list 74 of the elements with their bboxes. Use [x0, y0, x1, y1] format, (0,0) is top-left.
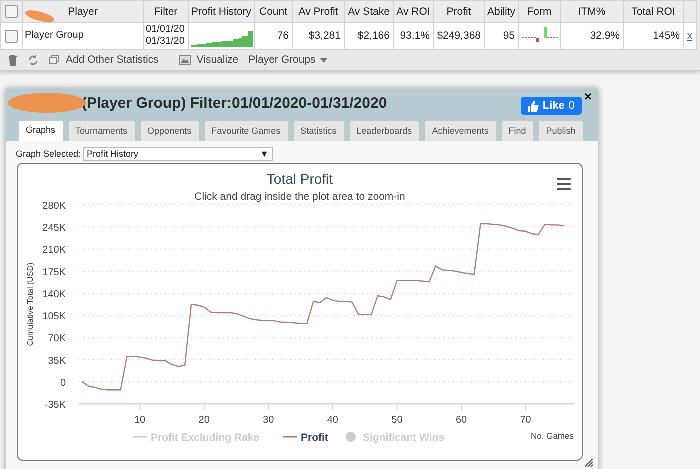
table-cell: 01/01/20 01/31/20: [146, 24, 185, 47]
table-cell: $249,368: [437, 30, 481, 42]
menu-icon[interactable]: [557, 178, 571, 190]
y-tick-label: 175K: [42, 267, 66, 278]
visualize-button[interactable]: Visualize: [196, 54, 239, 66]
caret-icon: [320, 58, 328, 62]
tab[interactable]: Publish: [538, 120, 584, 141]
column-header[interactable]: Player: [22, 0, 144, 22]
player-groups-dropdown[interactable]: Player Groups: [248, 54, 328, 66]
y-tick-label: 280K: [42, 201, 66, 212]
image-icon: [178, 55, 191, 65]
tab[interactable]: Leaderboards: [348, 120, 420, 141]
column-header[interactable]: ITM%: [560, 0, 624, 22]
x-tick-label: 10: [134, 415, 146, 426]
legend-label: Profit: [301, 432, 329, 444]
x-tick-label: 70: [520, 415, 532, 426]
sparkline-bars: [190, 29, 252, 47]
tab[interactable]: Tournaments: [68, 120, 136, 141]
table-cell: Player Group: [25, 30, 84, 41]
tab[interactable]: Statistics: [292, 120, 345, 141]
x-tick-label: 30: [263, 415, 274, 426]
graph-select[interactable]: Profit History ▼: [83, 147, 274, 161]
column-header[interactable]: Count: [254, 0, 292, 22]
trash-icon[interactable]: [8, 54, 18, 66]
row-checkbox[interactable]: [5, 30, 18, 42]
select-all-checkbox[interactable]: [5, 5, 18, 18]
chart-title: Total Profit: [266, 171, 334, 187]
table-cell: 145%: [653, 30, 680, 42]
y-tick-label: 35K: [48, 356, 66, 367]
tab[interactable]: Graphs: [18, 120, 64, 141]
x-tick-label: 20: [198, 415, 210, 426]
y-tick-label: 210K: [42, 245, 66, 256]
tab[interactable]: Find: [500, 120, 534, 141]
form-chart: [522, 27, 558, 45]
refresh-icon[interactable]: [28, 54, 39, 66]
like-button[interactable]: Like 0: [520, 97, 582, 115]
table-cell: $2,166: [358, 30, 390, 42]
column-header[interactable]: Av Stake: [344, 0, 394, 22]
table-cell: 76: [277, 30, 289, 42]
y-tick-label: -35K: [44, 400, 66, 411]
column-header[interactable]: Filter: [144, 0, 188, 22]
x-tick-label: 40: [327, 415, 338, 426]
column-header[interactable]: Total ROI: [624, 0, 684, 22]
column-header[interactable]: Profit History: [188, 0, 254, 22]
y-tick-label: 70K: [48, 334, 66, 345]
y-tick-label: 140K: [42, 289, 66, 300]
table-cell: $3,281: [308, 30, 341, 42]
x-tick-label: 60: [456, 415, 468, 426]
chart-subtitle: Click and drag inside the plot area to zoom-in: [194, 191, 406, 203]
table-cell: 95: [503, 30, 515, 42]
column-header[interactable]: Form: [518, 0, 560, 22]
resize-grip-icon[interactable]: [585, 459, 593, 467]
column-header[interactable]: Ability: [484, 0, 518, 22]
column-header[interactable]: Av Profit: [292, 0, 344, 22]
copy-icon: [49, 55, 60, 65]
table-cell: 93.1%: [400, 30, 430, 42]
column-header[interactable]: Av ROI: [394, 0, 434, 22]
close-button[interactable]: ×: [584, 89, 592, 104]
column-header[interactable]: Profit: [434, 0, 484, 22]
x-tick-label: 50: [392, 415, 403, 426]
tab[interactable]: Favourite Games: [204, 120, 289, 141]
tab[interactable]: Opponents: [140, 120, 200, 141]
add-statistics-button[interactable]: Add Other Statistics: [66, 54, 159, 66]
x-axis-title: No. Games: [531, 431, 574, 441]
dialog-title: (Player Group) Filter:01/01/2020-01/31/2020: [82, 95, 388, 112]
y-tick-label: 245K: [42, 223, 66, 234]
table-cell: 32.9%: [590, 30, 620, 42]
legend-item[interactable]: Profit: [283, 432, 328, 444]
y-tick-label: 105K: [42, 312, 66, 323]
thumbs-up-icon: [528, 100, 539, 112]
graph-select-label: Graph Selected:: [16, 149, 82, 159]
tab[interactable]: Achievements: [424, 120, 497, 141]
y-axis-title: Cumulative Total (USD): [26, 262, 35, 346]
y-tick-label: 0: [60, 378, 66, 389]
